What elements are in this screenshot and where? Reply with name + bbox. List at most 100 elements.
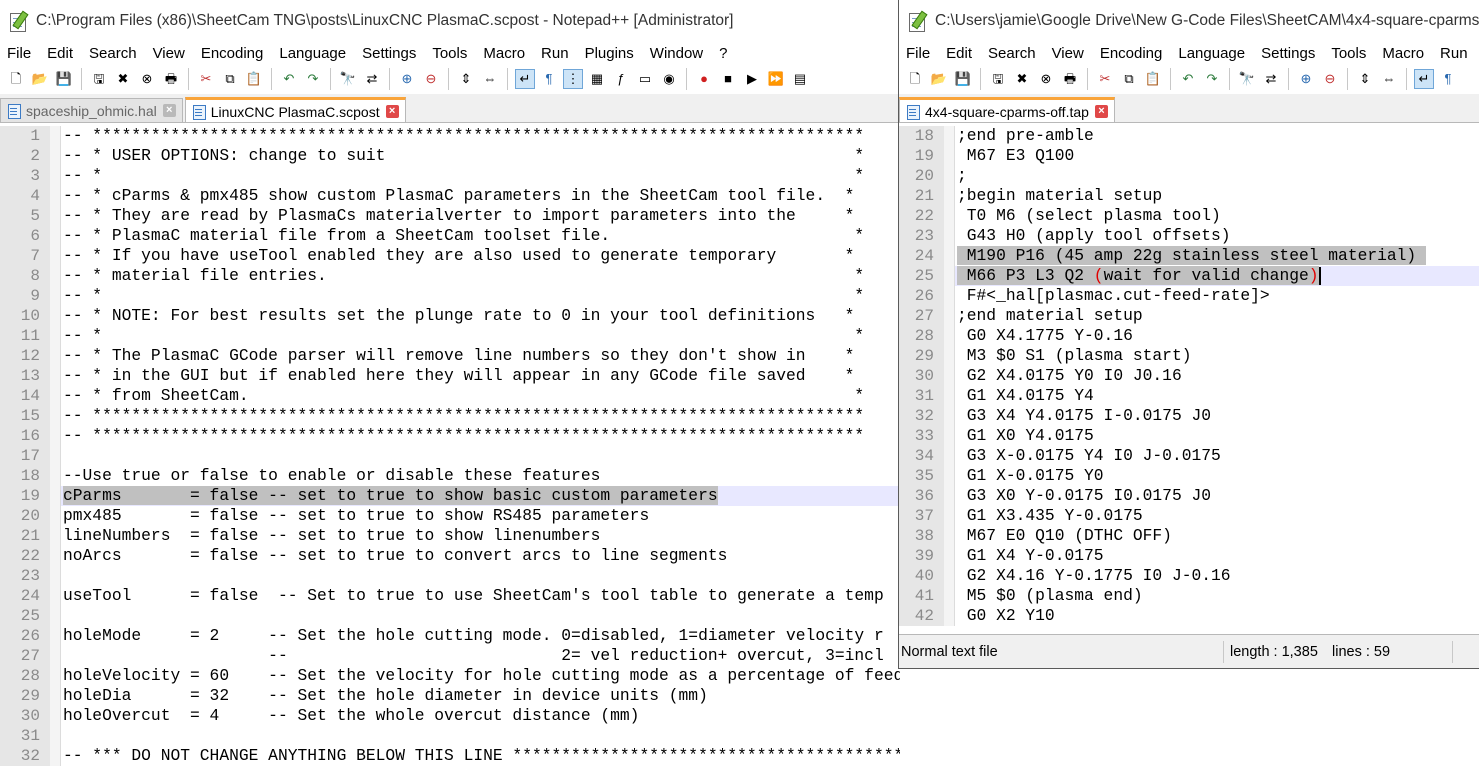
menu-item-search[interactable]: Search [81,45,145,62]
line-number: 39 [899,546,944,566]
tab-4x4-square-cparms-off-tap[interactable]: 4x4-square-cparms-off.tap × [899,97,1115,122]
zoom-in-icon[interactable]: ⊕ [1296,69,1316,89]
replace-icon[interactable]: ⇄ [362,69,382,89]
fold-margin [50,366,61,386]
menu-item-plugins[interactable]: Plugins [577,45,642,62]
menu-item-tools[interactable]: Tools [424,45,475,62]
menu-item-settings[interactable]: Settings [354,45,424,62]
menu-item-tools[interactable]: Tools [1323,45,1374,62]
menu-item-settings[interactable]: Settings [1253,45,1323,62]
new-file-icon[interactable]: 🗋 [6,69,26,89]
menu-item-encoding[interactable]: Encoding [1092,45,1171,62]
close-tab-icon[interactable]: × [385,105,399,118]
paste-icon[interactable]: 📋 [244,69,264,89]
open-file-icon[interactable]: 📂 [929,69,949,89]
indent-guide-icon[interactable]: ⋮ [563,69,583,89]
sync-horizontal-icon[interactable]: ⇔ [480,69,500,89]
code-line: 29 holeDia = 32 -- Set the hole diameter … [0,686,900,706]
menu-item-search[interactable]: Search [980,45,1044,62]
show-all-chars-icon[interactable]: ¶ [1438,69,1458,89]
record-macro-icon[interactable]: ● [694,69,714,89]
stop-macro-icon[interactable]: ■ [718,69,738,89]
undo-icon[interactable]: ↶ [279,69,299,89]
copy-icon[interactable]: ⧉ [220,69,240,89]
fold-margin [50,646,61,666]
save-all-icon[interactable]: 🖫 [988,69,1008,89]
redo-icon[interactable]: ↷ [1202,69,1222,89]
word-wrap-icon[interactable]: ↵ [1414,69,1434,89]
print-icon[interactable]: 🖶 [161,69,181,89]
zoom-out-icon[interactable]: ⊖ [421,69,441,89]
line-number: 4 [0,186,50,206]
sync-vertical-icon[interactable]: ⇕ [1355,69,1375,89]
new-file-icon[interactable]: 🗋 [905,69,925,89]
menu-item-language[interactable]: Language [1170,45,1253,62]
code-line: 23 G43 H0 (apply tool offsets) [899,226,1479,246]
line-text-segment: wait for valid change [1103,266,1309,285]
doc-map-icon[interactable]: ▦ [587,69,607,89]
sync-horizontal-icon[interactable]: ⇔ [1379,69,1399,89]
save-all-icon[interactable]: 🖫 [89,69,109,89]
line-number: 29 [0,686,50,706]
function-list-icon[interactable]: ƒ [611,69,631,89]
cut-icon[interactable]: ✂ [196,69,216,89]
replace-icon[interactable]: ⇄ [1261,69,1281,89]
menu-item-plugins[interactable]: Plugins [1476,45,1479,62]
menu-item-file[interactable]: File [899,45,938,62]
fold-margin [50,286,61,306]
print-icon[interactable]: 🖶 [1060,69,1080,89]
menu-item-run[interactable]: Run [533,45,577,62]
menu-item-language[interactable]: Language [271,45,354,62]
monitor-icon[interactable]: ◉ [659,69,679,89]
close-all-icon[interactable]: ⊗ [137,69,157,89]
menu-item-view[interactable]: View [145,45,193,62]
undo-icon[interactable]: ↶ [1178,69,1198,89]
cut-icon[interactable]: ✂ [1095,69,1115,89]
close-icon[interactable]: ✖ [1012,69,1032,89]
close-all-icon[interactable]: ⊗ [1036,69,1056,89]
word-wrap-icon[interactable]: ↵ [515,69,535,89]
tab-linuxcnc-plasmac-scpost[interactable]: LinuxCNC PlasmaC.scpost × [184,97,406,122]
menu-item-[interactable]: ? [711,45,735,62]
copy-icon[interactable]: ⧉ [1119,69,1139,89]
fold-margin [50,346,61,366]
menu-item-macro[interactable]: Macro [1374,45,1432,62]
play-macro-icon[interactable]: ▶ [742,69,762,89]
fold-margin [50,726,61,746]
left-editor[interactable]: 1 -- ************************************… [0,126,900,769]
sync-vertical-icon[interactable]: ⇕ [456,69,476,89]
menu-item-run[interactable]: Run [1432,45,1476,62]
menu-item-macro[interactable]: Macro [475,45,533,62]
menu-item-file[interactable]: File [0,45,39,62]
find-icon[interactable]: 🔭 [338,69,358,89]
tab-spaceship-ohmic-hal[interactable]: spaceship_ohmic.hal × [0,98,183,122]
menu-item-view[interactable]: View [1044,45,1092,62]
tab-label: LinuxCNC PlasmaC.scpost [210,103,380,120]
folder-workspace-icon[interactable]: ▭ [635,69,655,89]
save-macro-icon[interactable]: ▤ [790,69,810,89]
close-icon[interactable]: ✖ [113,69,133,89]
menu-item-edit[interactable]: Edit [39,45,81,62]
code-line: 33 G1 X0 Y4.0175 [899,426,1479,446]
open-file-icon[interactable]: 📂 [30,69,50,89]
show-all-chars-icon[interactable]: ¶ [539,69,559,89]
close-tab-icon[interactable]: × [162,104,176,117]
right-editor[interactable]: 18 ;end pre-amble 19 M67 E3 Q100 20; 21 ;begi… [899,126,1479,634]
menu-item-edit[interactable]: Edit [938,45,980,62]
toolbar-separator [1288,68,1289,90]
zoom-in-icon[interactable]: ⊕ [397,69,417,89]
tab-label: 4x4-square-cparms-off.tap [925,103,1089,120]
menu-item-encoding[interactable]: Encoding [193,45,272,62]
menu-item-window[interactable]: Window [642,45,711,62]
redo-icon[interactable]: ↷ [303,69,323,89]
save-icon[interactable]: 💾 [953,69,973,89]
save-icon[interactable]: 💾 [54,69,74,89]
right-titlebar[interactable]: C:\Users\jamie\Google Drive\New G-Code F… [899,0,1479,42]
find-icon[interactable]: 🔭 [1237,69,1257,89]
run-macro-multiple-icon[interactable]: ⏩ [766,69,786,89]
paste-icon[interactable]: 📋 [1143,69,1163,89]
left-titlebar[interactable]: C:\Program Files (x86)\SheetCam TNG\post… [0,0,900,42]
zoom-out-icon[interactable]: ⊖ [1320,69,1340,89]
close-tab-icon[interactable]: × [1094,105,1108,118]
code-line: 29 M3 $0 S1 (plasma start) [899,346,1479,366]
